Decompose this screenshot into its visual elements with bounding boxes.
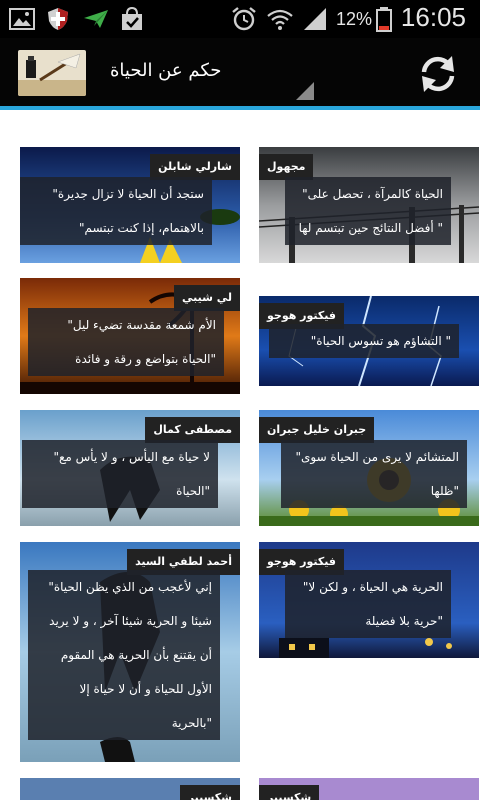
quote-card[interactable]: شكسبير bbox=[20, 778, 240, 800]
shield-icon bbox=[48, 8, 68, 30]
quote-text: " التشاؤم هو تسوس الحياة" bbox=[269, 324, 459, 358]
quote-line: " أفضل النتائج حين تبتسم لها bbox=[298, 221, 443, 235]
quote-text: إني لأعجب من الذي يظن الحياة" شيئا و الح… bbox=[28, 570, 220, 740]
quote-line: " التشاؤم هو تسوس الحياة" bbox=[310, 334, 451, 348]
wifi-icon bbox=[267, 9, 293, 30]
dropdown-indicator-icon[interactable] bbox=[296, 82, 314, 100]
quote-line: الأم شمعة مقدسة تضيء ليل" bbox=[67, 318, 216, 332]
quote-line: "بالحرية bbox=[171, 716, 212, 730]
quote-line: الحياة كالمرآة ، تحصل على" bbox=[302, 187, 443, 201]
gallery-icon bbox=[9, 8, 35, 30]
signal-icon bbox=[304, 8, 326, 30]
battery-percent: 12% bbox=[336, 9, 373, 29]
status-bar: 12% 16:05 bbox=[0, 0, 480, 38]
quote-card[interactable]: فيكتور هوجو الحرية هي الحياة ، و لكن لا"… bbox=[259, 542, 479, 658]
quote-line: إني لأعجب من الذي يظن الحياة" bbox=[48, 580, 212, 594]
quote-text: الحرية هي الحياة ، و لكن لا" "حرية بلا ف… bbox=[285, 570, 451, 638]
quote-line: بالاهتمام، إذا كنت تبتسم" bbox=[78, 221, 204, 235]
quote-line: أن يقتنع بأن الحرية هي المقوم bbox=[60, 648, 212, 662]
quote-text: ستجد أن الحياة لا تزال جديرة" بالاهتمام،… bbox=[20, 177, 212, 245]
quote-text: لا حياة مع اليأس ، و لا يأس مع" "الحياة bbox=[22, 440, 218, 508]
app-title[interactable]: حكم عن الحياة bbox=[110, 60, 221, 81]
alarm-icon bbox=[232, 7, 256, 31]
quote-card[interactable]: شارلي شابلن ستجد أن الحياة لا تزال جديرة… bbox=[20, 147, 240, 263]
battery-icon bbox=[376, 7, 392, 32]
quote-text: الحياة كالمرآة ، تحصل على" " أفضل النتائ… bbox=[285, 177, 451, 245]
status-time: 16:05 bbox=[400, 2, 466, 32]
quote-line: "الحياة bbox=[176, 484, 210, 498]
action-bar-divider bbox=[0, 106, 480, 110]
quote-card[interactable]: فيكتور هوجو " التشاؤم هو تسوس الحياة" bbox=[259, 296, 479, 386]
quote-line: الأول للحياة و أن لا حياة إلا bbox=[79, 682, 212, 696]
quote-card[interactable]: مصطفى كمال لا حياة مع اليأس ، و لا يأس م… bbox=[20, 410, 240, 526]
send-icon bbox=[84, 10, 108, 28]
screen: 12% 16:05 حكم عن الحياة مجهول الحياة كال… bbox=[0, 0, 480, 800]
quote-card[interactable]: شكسبير bbox=[259, 778, 479, 800]
quote-line: "ظلها bbox=[430, 484, 459, 498]
quote-author: شكسبير bbox=[259, 785, 320, 800]
quote-line: لا حياة مع اليأس ، و لا يأس مع" bbox=[53, 450, 210, 464]
quote-line: "حرية بلا فضيلة bbox=[365, 614, 443, 628]
app-logo[interactable] bbox=[18, 50, 86, 96]
quote-line: شيئا و الحرية شيئا آخر ، و لا يريد bbox=[49, 614, 212, 628]
quote-author: شكسبير bbox=[179, 785, 240, 800]
quote-line: ستجد أن الحياة لا تزال جديرة" bbox=[52, 187, 204, 201]
shopping-bag-icon bbox=[122, 6, 142, 30]
quote-text: الأم شمعة مقدسة تضيء ليل" "الحياة بتواضع… bbox=[28, 308, 224, 376]
action-bar: حكم عن الحياة bbox=[0, 38, 480, 106]
quote-card[interactable]: جبران خليل جبران المتشائم لا يرى من الحي… bbox=[259, 410, 479, 526]
quote-card[interactable]: مجهول الحياة كالمرآة ، تحصل على" " أفضل … bbox=[259, 147, 479, 263]
quote-line: المتشائم لا يرى من الحياة سوى" bbox=[295, 450, 459, 464]
quote-text: المتشائم لا يرى من الحياة سوى" "ظلها bbox=[281, 440, 467, 508]
quote-line: "الحياة بتواضع و رقة و فائدة bbox=[75, 352, 216, 366]
quote-card[interactable]: لي شيبي الأم شمعة مقدسة تضيء ليل" "الحيا… bbox=[20, 278, 240, 394]
quote-line: الحرية هي الحياة ، و لكن لا" bbox=[302, 580, 443, 594]
refresh-icon[interactable] bbox=[416, 52, 460, 96]
quote-card[interactable]: أحمد لطفي السيد إني لأعجب من الذي يظن ال… bbox=[20, 542, 240, 762]
